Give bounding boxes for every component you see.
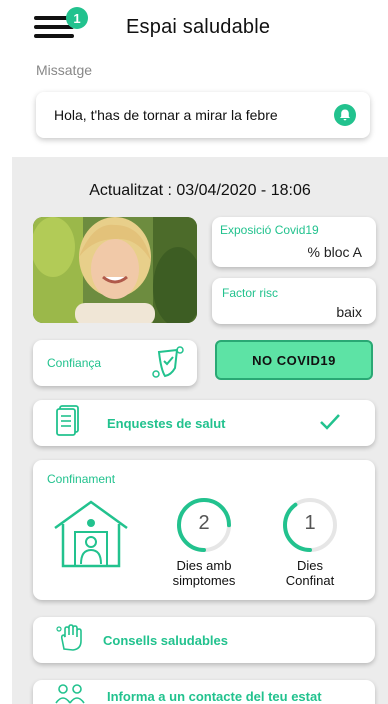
exposure-card[interactable]: Exposició Covid19 % bloc A [212, 217, 376, 267]
trust-card[interactable]: Confiança [33, 340, 197, 386]
message-card[interactable]: Hola, t'has de tornar a mirar la febre [36, 92, 370, 138]
house-person-icon [51, 498, 131, 575]
advice-label: Consells saludables [103, 632, 228, 648]
page-title: Espai saludable [126, 16, 271, 38]
risk-value: baix [336, 304, 362, 320]
notification-badge[interactable]: 1 [66, 7, 88, 29]
covid-status-result: NO COVID19 [215, 340, 373, 380]
surveys-button[interactable]: Enquestes de salut [33, 400, 375, 446]
shield-icon [151, 344, 187, 385]
symptom-days-value: 2 [198, 512, 210, 534]
inform-contact-button[interactable]: Informa a un contacte del teu estat [33, 680, 375, 704]
hand-icon [55, 623, 85, 658]
inform-contact-label: Informa a un contacte del teu estat [107, 688, 322, 704]
risk-label: Factor risc [222, 286, 279, 300]
risk-card[interactable]: Factor risc baix [212, 278, 376, 324]
confined-days-value: 1 [304, 512, 316, 534]
symptom-days-label: Dies amb simptomes [172, 558, 236, 588]
last-updated: Actualitzat : 03/04/2020 - 18:06 [89, 182, 311, 199]
trust-label: Confiança [47, 356, 102, 370]
app-header: 1 Espai saludable [0, 0, 388, 58]
profile-photo [33, 217, 197, 323]
confined-days-label: Dies Confinat [285, 558, 335, 588]
message-label: Missatge [36, 62, 93, 78]
check-icon [319, 413, 341, 436]
bell-icon[interactable] [334, 104, 356, 126]
exposure-value: % bloc A [307, 244, 362, 260]
people-icon [55, 683, 85, 704]
exposure-label: Exposició Covid19 [220, 223, 319, 237]
advice-button[interactable]: Consells saludables [33, 617, 375, 663]
clipboard-icon [55, 404, 81, 442]
confinement-card[interactable]: Confinament 2 Dies amb simptomes 1 Dies … [33, 460, 375, 600]
confinement-title: Confinament [47, 472, 116, 486]
surveys-label: Enquestes de salut [107, 415, 226, 431]
message-text: Hola, t'has de tornar a mirar la febre [54, 107, 278, 123]
